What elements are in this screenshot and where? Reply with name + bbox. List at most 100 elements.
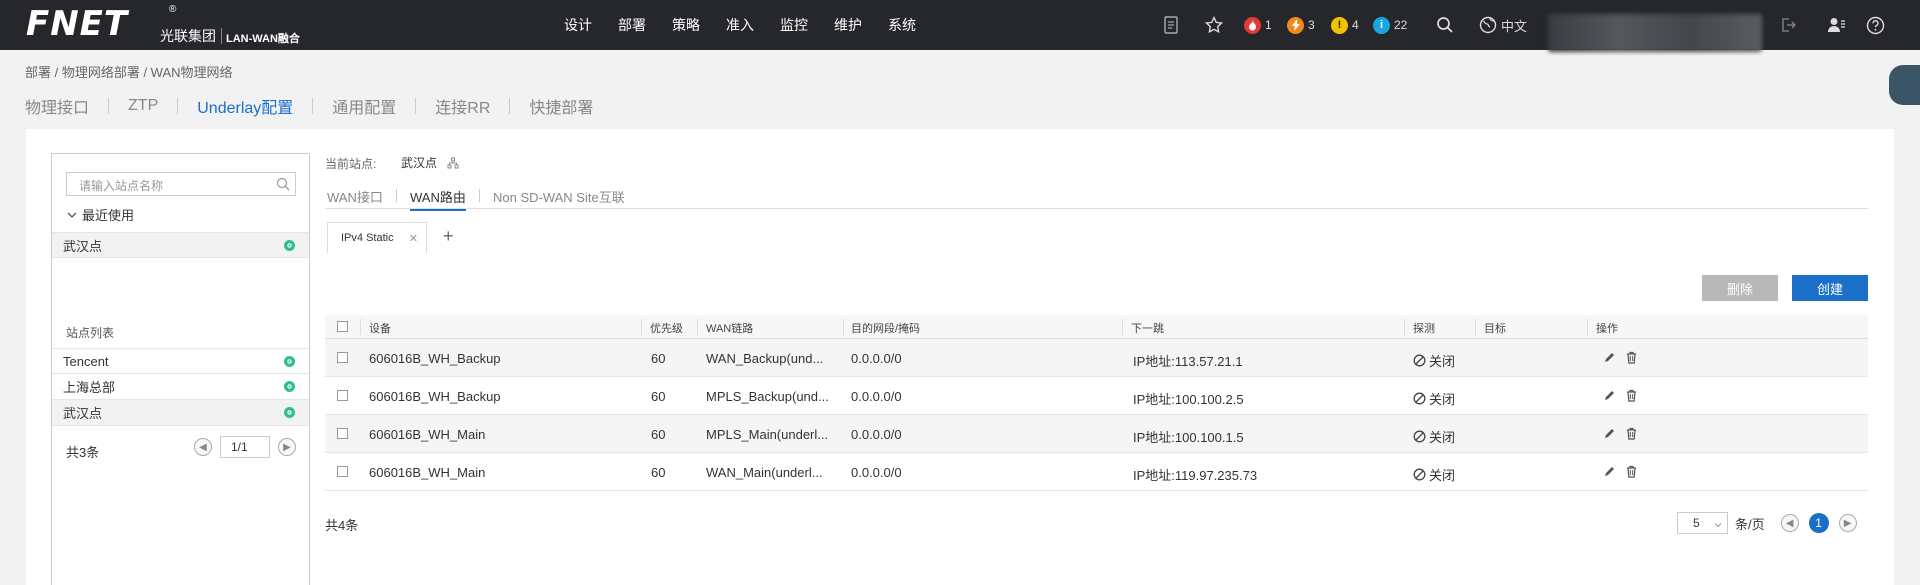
task-icon[interactable] — [1163, 15, 1179, 35]
gear-icon[interactable] — [283, 380, 296, 393]
logo-registered-mark: ® — [169, 4, 177, 15]
edit-icon[interactable] — [1603, 465, 1616, 478]
alarm-major[interactable]: 3 — [1287, 15, 1315, 35]
cell-wan-link: MPLS_Backup(und... — [706, 389, 829, 404]
gear-icon[interactable] — [283, 355, 296, 368]
tab-non-sdwan-site[interactable]: Non SD-WAN Site互联 — [493, 187, 625, 206]
nav-policy[interactable]: 策略 — [672, 15, 700, 35]
col-wan-link: WAN链路 — [706, 323, 754, 335]
table-row: 606016B_WH_Main 60 WAN_Main(underl... 0.… — [325, 453, 1868, 491]
page-number-button[interactable]: 1 — [1808, 513, 1829, 533]
chevron-down-icon — [1714, 523, 1722, 528]
site-pager: ◀ 1/1 ▶ — [194, 436, 296, 458]
table-total-count: 共4条 — [325, 518, 359, 533]
tab-connect-rr[interactable]: 连接RR — [435, 94, 490, 118]
prev-page-button[interactable]: ◀ — [1780, 514, 1799, 532]
info-icon: i — [1373, 16, 1390, 34]
nav-system[interactable]: 系统 — [888, 15, 916, 35]
product-name: LAN-WAN融合 — [226, 33, 300, 45]
tab-divider — [108, 98, 110, 114]
alarm-info[interactable]: i 22 — [1373, 15, 1407, 35]
site-item-wuhan[interactable]: 武汉点 — [52, 400, 309, 426]
topology-icon[interactable] — [447, 157, 459, 169]
col-target: 目标 — [1484, 323, 1506, 335]
logout-icon[interactable] — [1780, 15, 1796, 35]
cell-actions — [1603, 465, 1638, 478]
edit-icon[interactable] — [1603, 389, 1616, 402]
nav-deploy[interactable]: 部署 — [618, 15, 646, 35]
site-name: Tencent — [63, 353, 109, 369]
tab-ztp[interactable]: ZTP — [128, 97, 158, 115]
cell-priority: 60 — [651, 465, 666, 480]
delete-icon[interactable] — [1625, 351, 1638, 364]
select-all-checkbox[interactable] — [337, 321, 348, 332]
site-item-shanghai[interactable]: 上海总部 — [52, 374, 309, 400]
row-checkbox[interactable] — [337, 466, 348, 477]
add-tab-icon[interactable]: + — [443, 226, 454, 247]
column-divider — [360, 319, 361, 335]
nav-monitor[interactable]: 监控 — [780, 15, 808, 35]
gear-icon[interactable] — [283, 406, 296, 419]
row-checkbox[interactable] — [337, 390, 348, 401]
delete-button[interactable]: 删除 — [1702, 275, 1778, 301]
language-label: 中文 — [1501, 18, 1528, 34]
site-item-tencent[interactable]: Tencent — [52, 348, 309, 374]
recent-used-toggle[interactable]: 最近使用 — [66, 205, 134, 224]
tab-general-config[interactable]: 通用配置 — [332, 94, 396, 118]
probe-status: 关闭 — [1429, 354, 1456, 369]
delete-icon[interactable] — [1625, 465, 1638, 478]
tab-underlay-config[interactable]: Underlay配置 — [197, 94, 293, 118]
table-header: 设备 优先级 WAN链路 目的网段/掩码 下一跳 探测 目标 操作 — [325, 315, 1868, 339]
current-site-value: 武汉点 — [401, 156, 438, 170]
tab-wan-route[interactable]: WAN路由 — [410, 187, 466, 211]
search-icon[interactable] — [1436, 15, 1454, 35]
alarm-minor[interactable]: ! 4 — [1331, 15, 1359, 35]
delete-icon[interactable] — [1625, 427, 1638, 440]
next-page-button[interactable]: ▶ — [1838, 514, 1857, 532]
page-size-select[interactable]: 5 — [1677, 512, 1728, 534]
route-table: 设备 优先级 WAN链路 目的网段/掩码 下一跳 探测 目标 操作 606016… — [325, 315, 1868, 491]
site-total-count: 共3条 — [66, 445, 100, 460]
side-robot-badge[interactable] — [1889, 65, 1920, 105]
recent-site-item[interactable]: 武汉点 — [52, 232, 309, 258]
column-divider — [1122, 319, 1123, 335]
edit-icon[interactable] — [1603, 427, 1616, 440]
gear-icon[interactable] — [283, 239, 296, 252]
site-name: 上海总部 — [63, 380, 116, 395]
probe-status: 关闭 — [1429, 392, 1456, 407]
language-switch[interactable]: 中文 — [1479, 15, 1527, 35]
alarm-critical[interactable]: 1 — [1244, 15, 1272, 35]
company-logo[interactable]: FNET ® 光联集团 — [26, 4, 216, 46]
column-divider — [641, 319, 642, 335]
prev-page-button[interactable]: ◀ — [194, 438, 212, 456]
row-checkbox[interactable] — [337, 352, 348, 363]
disabled-icon — [1413, 468, 1426, 481]
star-icon[interactable] — [1205, 15, 1223, 35]
alarm-critical-count: 1 — [1265, 18, 1272, 32]
user-icon[interactable] — [1827, 15, 1845, 35]
cell-destination: 0.0.0.0/0 — [851, 427, 902, 442]
disabled-icon — [1413, 354, 1426, 367]
site-panel: 请输入站点名称 最近使用 武汉点 站点列表 Tencent 上海总部 武汉点 共… — [51, 153, 310, 585]
tab-quick-deploy[interactable]: 快捷部署 — [529, 94, 593, 118]
cell-next-hop: IP地址:119.97.235.73 — [1133, 468, 1258, 483]
close-icon[interactable]: ✕ — [409, 232, 418, 245]
nav-design[interactable]: 设计 — [564, 15, 592, 35]
delete-icon[interactable] — [1625, 389, 1638, 402]
cell-next-hop: IP地址:100.100.1.5 — [1133, 430, 1244, 445]
recent-site-name: 武汉点 — [63, 238, 103, 254]
site-search-input[interactable]: 请输入站点名称 — [66, 172, 296, 196]
route-type-tab[interactable]: IPv4 Static ✕ — [327, 222, 427, 254]
tab-physical-interface[interactable]: 物理接口 — [25, 94, 89, 118]
next-page-button[interactable]: ▶ — [278, 438, 296, 456]
user-info-redacted — [1548, 14, 1762, 52]
create-button[interactable]: 创建 — [1792, 275, 1868, 301]
site-page-select[interactable]: 1/1 — [220, 436, 270, 458]
tab-wan-interface[interactable]: WAN接口 — [327, 187, 383, 206]
edit-icon[interactable] — [1603, 351, 1616, 364]
row-checkbox[interactable] — [337, 428, 348, 439]
help-icon[interactable] — [1866, 15, 1885, 35]
nav-maintain[interactable]: 维护 — [834, 15, 862, 35]
nav-access[interactable]: 准入 — [726, 15, 754, 35]
cell-priority: 60 — [651, 351, 666, 366]
